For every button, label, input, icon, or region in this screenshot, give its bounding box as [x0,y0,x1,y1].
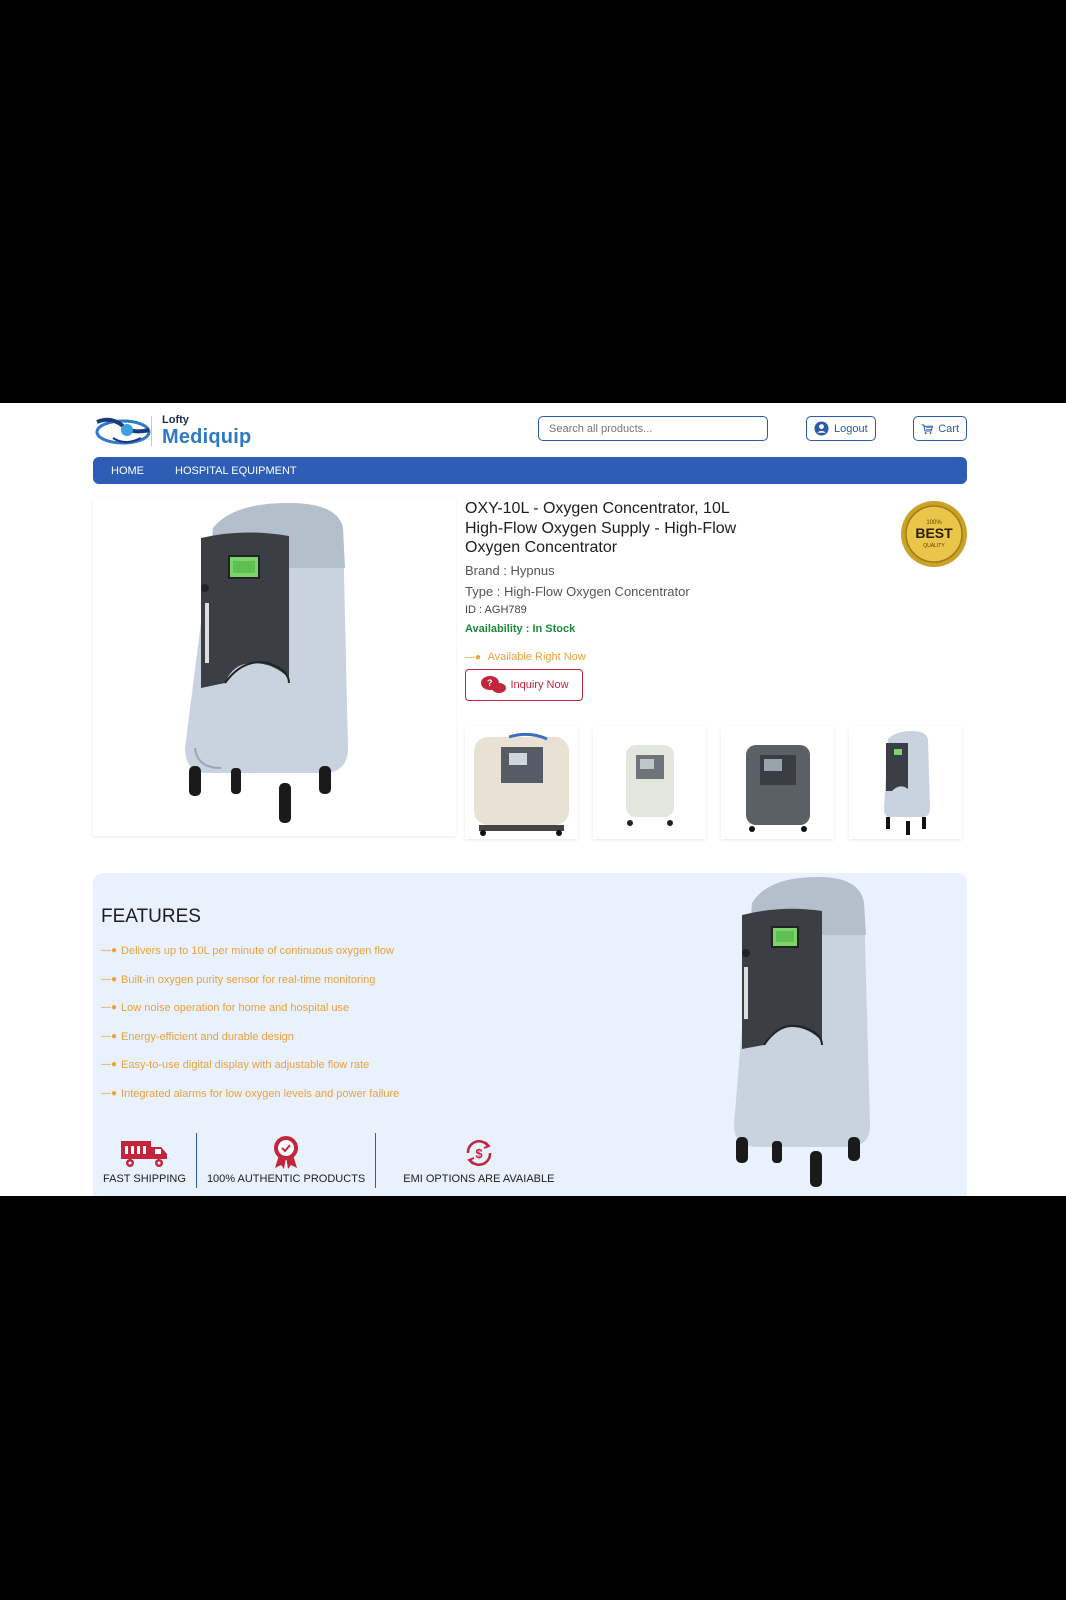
ribbon-icon [274,1136,299,1169]
svg-text:?: ? [487,678,493,688]
arrow-bullet-icon: —● [101,945,118,956]
thumbnail-image [474,732,569,836]
product-main-image[interactable] [93,498,456,836]
features-list: —● Delivers up to 10L per minute of conti… [101,945,399,1116]
feature-text: Energy-efficient and durable design [121,1030,294,1043]
feature-item: —● Integrated alarms for low oxygen level… [101,1088,399,1117]
feature-text: Delivers up to 10L per minute of continu… [121,945,394,957]
thumbnail-gallery [465,726,962,839]
trust-badges: FAST SHIPPING 100% AUTHENTIC PRODUCTS $ … [93,1133,564,1188]
logo-mark-icon [95,417,151,445]
fast-shipping-badge: FAST SHIPPING [93,1133,196,1185]
logo-brand-text: Mediquip [162,426,252,448]
features-product-image [734,877,870,1187]
arrow-bullet-icon: —● [465,652,482,663]
availability-label: Availability : [465,623,533,635]
feature-item: —● Energy-efficient and durable design [101,1031,399,1060]
thumbnail-image [625,745,674,826]
page: Lofty Mediquip Logout Cart HOME HOSPITAL… [0,403,1066,1196]
oxygen-concentrator-image [185,503,348,823]
thumbnail-image [745,744,810,832]
feature-item: —● Easy-to-use digital display with adjus… [101,1059,399,1088]
inquiry-now-button[interactable]: ? Inquiry Now [465,669,583,701]
feature-text: Integrated alarms for low oxygen levels … [121,1087,400,1100]
emi-options-label: EMI OPTIONS ARE AVAIABLE [403,1173,555,1185]
search-input[interactable] [538,416,768,441]
best-quality-badge: 100% BEST QUALITY [901,501,967,567]
available-right-now-label: Available Right Now [487,651,586,663]
arrow-bullet-icon: —● [101,1030,118,1042]
thumbnail-image [883,730,930,835]
feature-text: Low noise operation for home and hospita… [121,1002,350,1014]
truck-icon [121,1141,168,1167]
arrow-bullet-icon: —● [101,1002,118,1013]
thumbnail-4[interactable] [849,726,962,839]
authentic-products-label: 100% AUTHENTIC PRODUCTS [206,1173,366,1185]
product-brand: Brand : Hypnus [465,563,555,578]
arrow-bullet-icon: —● [101,973,118,985]
features-title: FEATURES [101,906,201,927]
thumbnail-3[interactable] [721,726,834,839]
product-type: Type : High-Flow Oxygen Concentrator [465,584,690,599]
logout-label: Logout [834,422,868,435]
thumbnail-1[interactable] [465,726,578,839]
cart-label: Cart [938,422,959,435]
chat-icon: ? [481,676,507,693]
arrow-bullet-icon: —● [101,1087,118,1099]
dollar-refresh-icon: $ [466,1140,492,1166]
svg-text:$: $ [475,1146,483,1161]
feature-text: Easy-to-use digital display with adjusta… [121,1059,370,1071]
availability-value: In Stock [532,623,576,635]
available-right-now: —● Available Right Now [465,651,586,663]
logout-button[interactable]: Logout [806,416,876,441]
authentic-products-badge: 100% AUTHENTIC PRODUCTS [197,1133,375,1185]
product-id: ID : AGH789 [465,604,527,616]
logo-small-text: Lofty [162,414,189,426]
product-title: OXY-10L - Oxygen Concentrator, 10L High-… [465,500,737,556]
nav-home[interactable]: HOME [111,465,144,477]
badge-main-text: BEST [915,525,953,541]
feature-item: —● Low noise operation for home and hospi… [101,1002,399,1031]
arrow-bullet-icon: —● [101,1059,118,1070]
feature-item: —● Built-in oxygen purity sensor for real… [101,974,399,1003]
fast-shipping-label: FAST SHIPPING [103,1173,186,1185]
main-nav: HOME HOSPITAL EQUIPMENT [93,457,967,484]
logo[interactable]: Lofty Mediquip [93,412,253,448]
badge-bottom-text: QUALITY [923,543,945,549]
inquiry-now-label: Inquiry Now [510,679,569,691]
cart-icon [921,423,934,434]
feature-item: —● Delivers up to 10L per minute of conti… [101,945,399,974]
features-section: FEATURES —● Delivers up to 10L per minute… [93,873,967,1196]
feature-text: Built-in oxygen purity sensor for real-t… [121,973,376,986]
user-icon [814,421,829,436]
availability: Availability : In Stock [465,623,575,635]
cart-button[interactable]: Cart [913,416,967,441]
logo-divider [151,416,152,446]
emi-options-badge: $ EMI OPTIONS ARE AVAIABLE [376,1133,564,1185]
thumbnail-2[interactable] [593,726,706,839]
nav-hospital-equipment[interactable]: HOSPITAL EQUIPMENT [175,465,297,477]
